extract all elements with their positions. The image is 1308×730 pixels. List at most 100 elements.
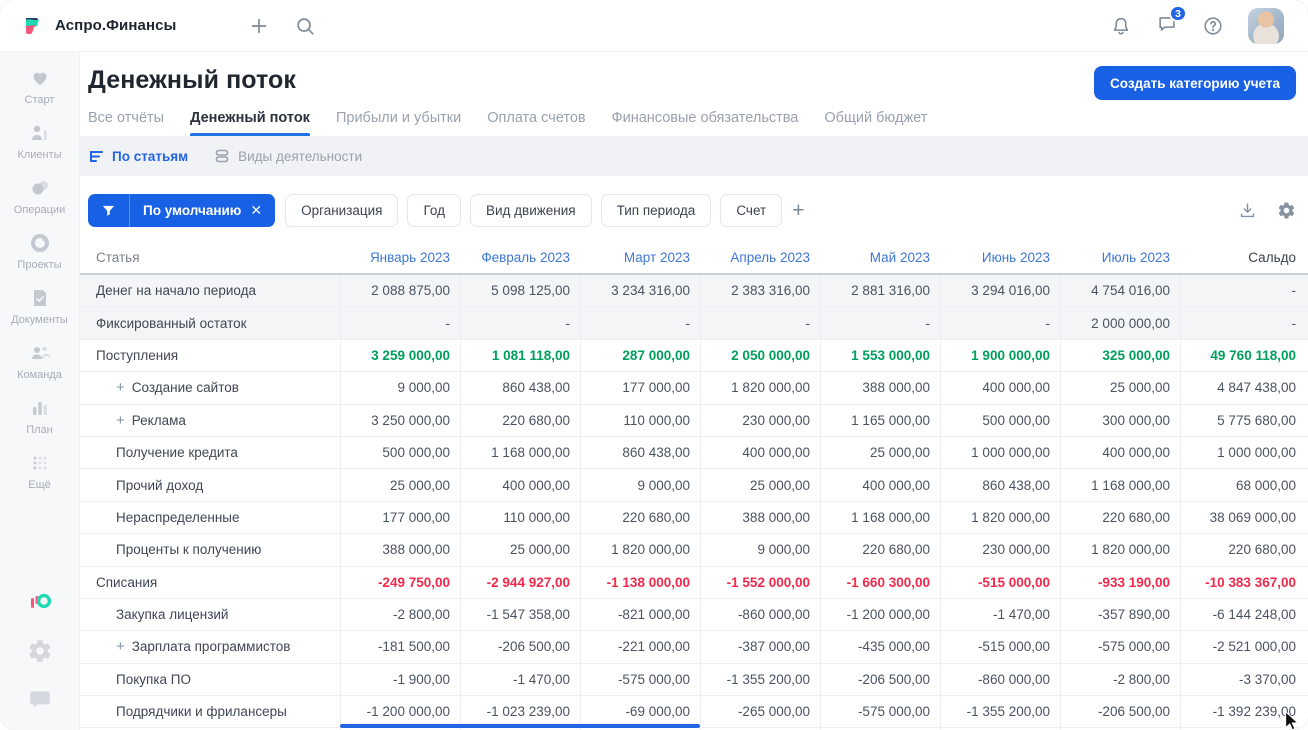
sidebar-item-label: Клиенты [17,149,62,161]
tab-6[interactable]: Общий бюджет [824,110,927,136]
table-row[interactable]: Поступления 3 259 000,00 1 081 118,00 287 0… [80,339,1308,373]
app-logo-icon[interactable] [27,590,53,616]
table-row[interactable]: Нераспределенные 177 000,00 110 000,00 220 … [80,501,1308,535]
create-category-button[interactable]: Создать категорию учета [1094,66,1296,100]
table-settings-gear-icon[interactable] [1277,201,1296,220]
sidebar-item-команда[interactable]: Команда [4,341,76,381]
search-icon[interactable] [294,15,316,37]
column-header[interactable]: Январь 2023 [340,250,460,265]
cell-value: 25 000,00 [340,469,460,501]
cell-value: -1 470,00 [940,598,1060,631]
tab-2[interactable]: Денежный поток [190,110,310,136]
filter-chip[interactable]: Счет [720,194,783,227]
subtab-inactive[interactable]: Виды деятельности [214,148,362,164]
help-icon[interactable] [1202,15,1224,37]
brand-name: Аспро.Финансы [55,17,177,34]
cell-value: 1 900 000,00 [940,339,1060,372]
tab-4[interactable]: Оплата счетов [487,110,585,136]
table-row[interactable]: Проценты к получению 388 000,00 25 000,00 1… [80,534,1308,567]
table-row[interactable]: Покупка ПО -1 900,00 -1 470,00 -575 000,00-… [80,663,1308,697]
database-icon [215,149,229,163]
row-label: Закупка лицензий [116,607,229,623]
brand[interactable]: Аспро.Финансы [22,14,176,38]
cell-value: -2 521 000,00 [1180,631,1308,663]
table-row[interactable]: + Реклама 3 250 000,00 220 680,00 110 000,00… [80,404,1308,437]
row-label: Реклама [131,412,186,428]
add-filter-icon[interactable]: + [792,200,804,221]
cell-value: -181 500,00 [340,631,460,663]
sidebar-item-операции[interactable]: Операции [4,176,76,216]
cell-value: 5 775 680,00 [1180,404,1308,436]
clients-icon [31,125,47,140]
expand-plus-icon[interactable]: + [116,639,125,654]
horizontal-scrollbar[interactable] [340,724,700,728]
table-row[interactable]: + Зарплата программистов -181 500,00 -206 5… [80,631,1308,664]
table-row[interactable]: Прочий доход 25 000,00 400 000,00 9 000,00 2… [80,469,1308,502]
team-icon [31,346,50,359]
cell-value: -1 552 000,00 [700,566,820,598]
column-header[interactable]: Июнь 2023 [940,250,1060,265]
cell-value: 25 000,00 [1060,372,1180,404]
expand-plus-icon[interactable]: + [116,380,125,395]
sidebar-item-клиенты[interactable]: Клиенты [4,121,76,161]
support-chat-icon[interactable] [27,686,53,712]
filter-chip[interactable]: Организация [285,194,399,227]
notifications-bell-icon[interactable] [1110,15,1132,37]
filter-chip[interactable]: Вид движения [469,194,592,227]
table-row[interactable]: Фиксированный остаток - - - - - -2 000 000,00- [80,307,1308,340]
row-label: Списания [96,574,158,590]
column-header[interactable]: Июль 2023 [1060,250,1180,265]
column-header-article[interactable]: Статья [80,250,340,265]
cell-value: 860 438,00 [940,469,1060,501]
column-header[interactable]: Февраль 2023 [460,250,580,265]
cell-value: 388 000,00 [700,501,820,534]
funnel-icon[interactable] [88,194,129,227]
cell-value: -1 547 358,00 [460,598,580,631]
column-header[interactable]: Апрель 2023 [700,250,820,265]
column-header[interactable]: Март 2023 [580,250,700,265]
table-row[interactable]: Получение кредита 500 000,00 1 168 000,00 8… [80,436,1308,470]
column-header[interactable]: Май 2023 [820,250,940,265]
subtab-active[interactable]: По статьям [88,148,188,164]
cell-value: -575 000,00 [580,663,700,696]
sidebar-item-документы[interactable]: Документы [4,286,76,326]
table-row[interactable]: Списания -249 750,00 -2 944 927,00 -1 138 0… [80,566,1308,599]
cell-value: -2 944 927,00 [460,566,580,598]
table-row[interactable]: Денег на начало периода 2 088 875,00 5 098… [80,275,1308,308]
row-label: Покупка ПО [116,671,191,687]
tab-1[interactable]: Все отчёты [88,110,164,136]
cell-value: 400 000,00 [460,469,580,501]
filter-chip[interactable]: Тип периода [600,194,712,227]
cell-value: 1 820 000,00 [700,372,820,404]
sidebar-item-проекты[interactable]: Проекты [4,231,76,271]
tab-3[interactable]: Прибыли и убытки [336,110,461,136]
sidebar-item-ещё[interactable]: Ещё [4,451,76,491]
filter-chip[interactable]: Год [407,194,461,227]
cell-value: 287 000,00 [580,339,700,372]
cell-value: -387 000,00 [700,631,820,663]
cell-value: - [340,307,460,339]
cell-value: -69 000,00 [580,696,700,728]
sidebar-item-label: Проекты [17,259,62,271]
sidebar-item-план[interactable]: План [4,396,76,436]
table-row[interactable]: Закупка лицензий -2 800,00 -1 547 358,00 -8… [80,598,1308,632]
cell-value: -6 144 248,00 [1180,598,1308,631]
cell-value: 4 847 438,00 [1180,372,1308,404]
cell-value: 220 680,00 [820,534,940,566]
add-icon[interactable] [248,15,270,37]
user-avatar[interactable] [1248,7,1284,44]
row-label: Прочий доход [116,477,204,493]
cell-value: 3 294 016,00 [940,275,1060,307]
default-filter-pill[interactable]: По умолчанию ✕ [88,194,276,227]
cell-value: 1 000 000,00 [1180,436,1308,469]
settings-gear-icon[interactable] [27,638,53,664]
cell-value: -10 383 367,00 [1180,566,1308,598]
sidebar-item-label: Документы [11,314,68,326]
table-row[interactable]: + Создание сайтов 9 000,00 860 438,00 177 00… [80,372,1308,405]
clear-filter-icon[interactable]: ✕ [250,202,262,219]
sidebar-item-старт[interactable]: Старт [4,66,76,106]
tab-5[interactable]: Финансовые обязательства [612,110,799,136]
download-icon[interactable] [1238,201,1257,220]
column-header[interactable]: Сальдо [1180,250,1308,265]
expand-plus-icon[interactable]: + [116,413,125,428]
